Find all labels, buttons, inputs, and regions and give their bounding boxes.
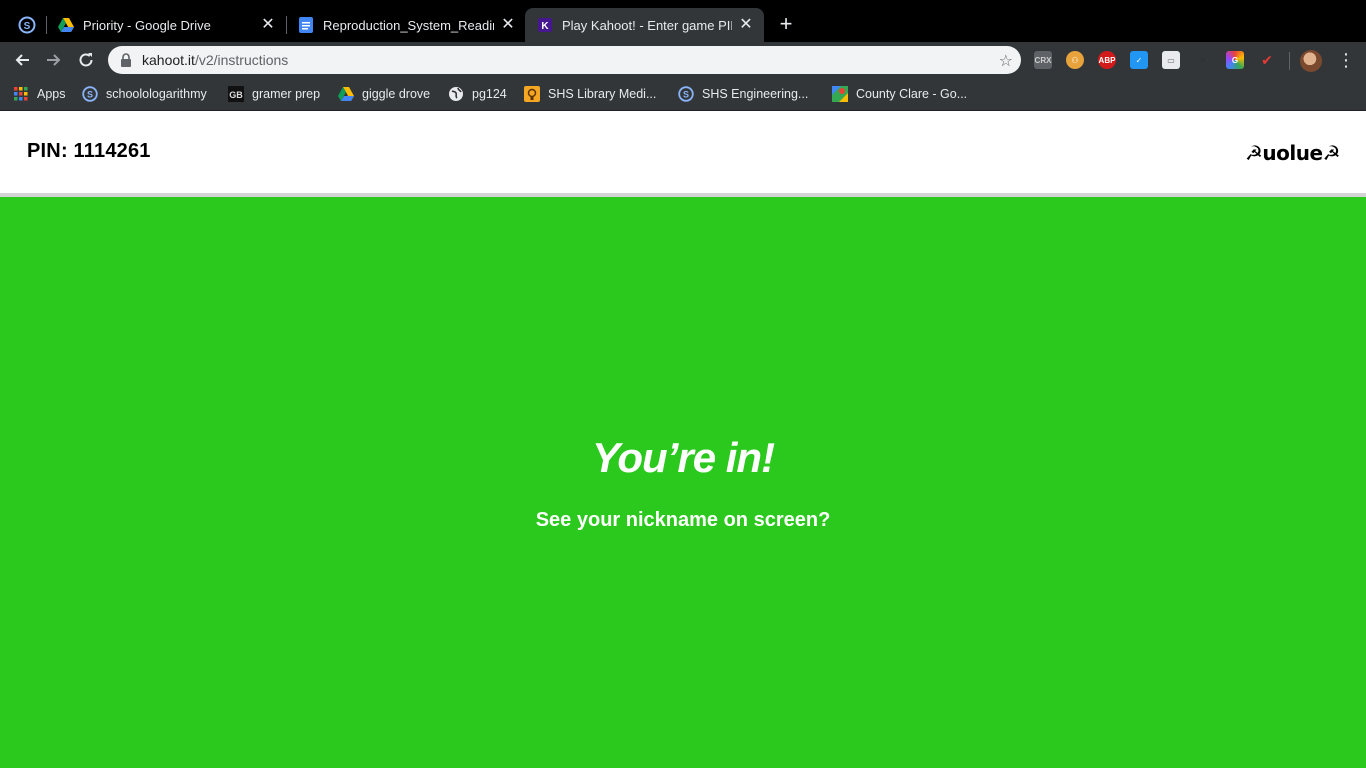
forward-button[interactable]	[42, 48, 66, 72]
library-icon	[524, 86, 540, 102]
tab-reproduction-doc[interactable]: Reproduction_System_Reading ✕	[286, 8, 526, 42]
reload-button[interactable]	[74, 48, 98, 72]
tab-title: Reproduction_System_Reading	[323, 17, 494, 33]
google-drive-icon	[58, 17, 74, 33]
url-path: /v2/instructions	[194, 52, 289, 68]
bookmark-giggle-drove[interactable]: giggle drove	[338, 85, 430, 103]
svg-text:GB: GB	[229, 90, 243, 100]
svg-text:S: S	[24, 21, 31, 32]
google-docs-icon	[298, 17, 314, 33]
bookmark-label: schoolologarithmy	[106, 87, 207, 101]
svg-text:S: S	[683, 90, 689, 100]
bookmark-label: pg124	[472, 87, 507, 101]
tasks-extension-icon[interactable]: ✓	[1130, 51, 1148, 69]
apps-grid-icon	[13, 86, 29, 102]
bookmark-label: giggle drove	[362, 87, 431, 101]
close-tab-icon[interactable]: ✕	[260, 17, 276, 33]
bookmark-shs-library[interactable]: SHS Library Medi...	[524, 85, 656, 103]
check-extension-icon[interactable]: ✔	[1258, 51, 1276, 69]
bookmark-county-clare[interactable]: County Clare - Go...	[832, 85, 967, 103]
schoology-icon: S	[82, 86, 98, 102]
profile-avatar[interactable]	[1300, 50, 1322, 72]
schoology-icon: S	[18, 16, 36, 34]
close-tab-icon[interactable]: ✕	[500, 17, 516, 33]
hidden-extension-icon[interactable]: ✕	[1194, 51, 1212, 69]
bookmark-star-icon[interactable]: ☆	[999, 51, 1013, 71]
svg-text:K: K	[541, 21, 549, 32]
nickname-prompt: See your nickname on screen?	[535, 509, 831, 531]
close-tab-icon[interactable]: ✕	[738, 17, 754, 33]
bookmark-label: SHS Engineering...	[702, 87, 809, 101]
url-text: kahoot.it/v2/instructions	[142, 52, 288, 68]
bookmark-label: SHS Library Medi...	[548, 87, 657, 101]
pinned-tab-schoology[interactable]: S	[8, 8, 46, 42]
url-host: kahoot.it	[142, 52, 195, 68]
google-maps-icon	[832, 86, 848, 102]
bookmark-schoolologarithmy[interactable]: S schoolologarithmy	[82, 85, 207, 103]
address-bar[interactable]: kahoot.it/v2/instructions ☆	[108, 46, 1021, 74]
browser-menu-icon[interactable]: ⋮	[1337, 48, 1355, 72]
google-drive-icon	[338, 86, 354, 102]
crx-extension-icon[interactable]: CRX	[1034, 51, 1052, 69]
bookmark-label: County Clare - Go...	[856, 87, 968, 101]
tab-title: Play Kahoot! - Enter game PIN	[562, 17, 732, 33]
arrow-right-icon	[47, 54, 61, 66]
gb-icon: GB	[228, 86, 244, 102]
back-button[interactable]	[10, 48, 34, 72]
color-wheel-extension-icon[interactable]: G	[1226, 51, 1244, 69]
tab-kahoot[interactable]: K Play Kahoot! - Enter game PIN ✕	[525, 8, 764, 42]
adblock-plus-icon[interactable]: ABP	[1098, 51, 1116, 69]
briefcase-extension-icon[interactable]: ▭	[1162, 51, 1180, 69]
tab-title: Priority - Google Drive	[83, 17, 211, 33]
bookmark-gramer-prep[interactable]: GB gramer prep	[228, 85, 320, 103]
toolbar-separator	[1289, 52, 1290, 70]
kahoot-header: PIN: 1114261 ☭uolue☭	[0, 111, 1366, 193]
reload-icon	[79, 53, 93, 67]
arrow-left-icon	[15, 54, 29, 66]
bookmark-shs-engineering[interactable]: S SHS Engineering...	[678, 85, 808, 103]
bookmark-label: Apps	[37, 87, 66, 101]
game-pin: PIN: 1114261	[27, 140, 151, 162]
header-divider	[0, 193, 1366, 197]
kahoot-icon: K	[537, 17, 553, 33]
bookmarks-bar: Apps S schoolologarithmy GB gramer prep …	[0, 78, 1366, 111]
owl-extension-icon[interactable]: ⚇	[1066, 51, 1084, 69]
globe-icon	[448, 86, 464, 102]
bookmark-apps[interactable]: Apps	[13, 85, 66, 103]
schoology-icon: S	[678, 86, 694, 102]
bookmark-label: gramer prep	[252, 87, 321, 101]
lock-icon	[120, 53, 132, 72]
tab-strip: S Priority - Google Drive ✕ Reproduction…	[0, 0, 1366, 42]
kahoot-logo: ☭uolue☭	[1245, 141, 1341, 165]
svg-text:S: S	[87, 90, 93, 100]
tab-google-drive[interactable]: Priority - Google Drive ✕	[46, 8, 286, 42]
new-tab-button[interactable]: +	[776, 13, 796, 35]
bookmark-pg124[interactable]: pg124	[448, 85, 507, 103]
joined-heading: You’re in!	[591, 434, 775, 481]
browser-toolbar: kahoot.it/v2/instructions ☆ CRX ⚇ ABP ✓ …	[0, 42, 1366, 78]
